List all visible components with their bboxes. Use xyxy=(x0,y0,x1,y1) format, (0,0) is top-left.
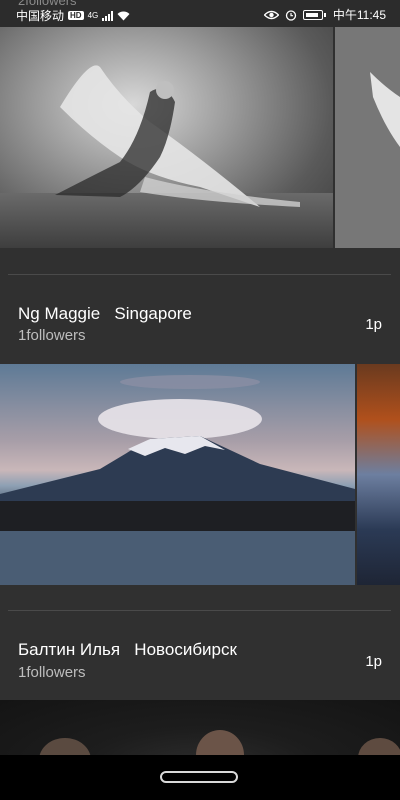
eye-icon xyxy=(263,10,279,19)
navigation-bar xyxy=(0,755,400,800)
carrier-name: 中国移动 xyxy=(16,9,65,23)
battery-icon xyxy=(302,9,326,20)
photo-dancer[interactable] xyxy=(0,27,333,248)
alarm-icon xyxy=(285,9,297,21)
profile-followers: 1followers xyxy=(18,664,86,681)
home-gesture-bar[interactable] xyxy=(160,771,238,783)
photo-autumn[interactable] xyxy=(357,364,400,585)
status-right: 中午11:45 xyxy=(263,6,386,23)
profile-followers: 1followers xyxy=(18,327,86,344)
clock: 中午11:45 xyxy=(332,8,386,22)
photo-count: 1p xyxy=(365,653,382,670)
photo-strip-2[interactable] xyxy=(0,364,400,585)
signal-icon xyxy=(102,10,114,21)
status-bar: 2followers 中国移动 HD 4G 中午11:45 xyxy=(0,0,400,27)
photo-strip-1[interactable] xyxy=(0,27,400,248)
photo-count: 1p xyxy=(365,316,382,333)
photo-strip-3[interactable] xyxy=(0,700,400,760)
photo-portrait[interactable] xyxy=(0,700,400,760)
hd-badge: HD xyxy=(68,11,84,20)
photo-dancer-2[interactable] xyxy=(335,27,400,248)
wifi-icon xyxy=(117,11,130,20)
network-type: 4G xyxy=(87,11,99,20)
profile-name: Балтин Илья Новосибирск xyxy=(18,640,237,659)
photo-mountain[interactable] xyxy=(0,364,355,585)
profile-name: Ng Maggie Singapore xyxy=(18,304,192,323)
divider-1 xyxy=(8,274,391,275)
divider-2 xyxy=(8,610,391,611)
carrier-info: 中国移动 HD 4G xyxy=(16,7,130,24)
